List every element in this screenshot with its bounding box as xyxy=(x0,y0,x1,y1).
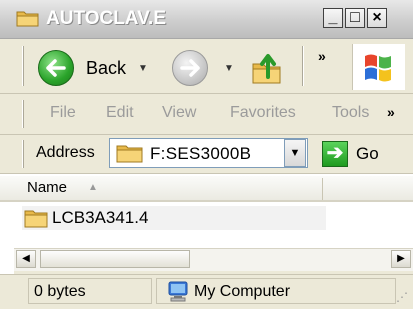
forward-dropdown-icon[interactable]: ▼ xyxy=(224,63,234,74)
back-button[interactable]: Back ▼ xyxy=(38,50,148,86)
forward-arrow-icon xyxy=(180,59,200,77)
scroll-right-button[interactable]: ▶ xyxy=(391,250,411,268)
back-arrow-icon xyxy=(38,50,74,86)
status-size: 0 bytes xyxy=(34,283,86,300)
scroll-left-button[interactable]: ◀ xyxy=(16,250,36,268)
list-item-name: LCB3A341.4 xyxy=(52,208,149,227)
back-label: Back xyxy=(86,57,127,78)
column-divider[interactable] xyxy=(322,178,323,200)
folder-icon xyxy=(116,145,143,163)
back-dropdown-icon[interactable]: ▼ xyxy=(138,63,148,74)
window-title: AUTOCLAV.E xyxy=(46,8,167,29)
up-folder-button[interactable] xyxy=(250,50,284,86)
forward-button[interactable] xyxy=(172,50,208,86)
menu-view[interactable]: View xyxy=(162,104,196,122)
my-computer-icon xyxy=(168,281,188,302)
toolbar-overflow-chevron[interactable]: » xyxy=(318,48,326,64)
menu-grip[interactable] xyxy=(22,100,25,128)
folder-icon xyxy=(24,210,48,228)
folder-icon xyxy=(16,11,39,27)
resize-grip-icon[interactable]: ⋰ xyxy=(396,290,408,304)
close-button[interactable]: × xyxy=(367,8,387,28)
windows-flag-icon xyxy=(365,54,391,82)
menu-favorites[interactable]: Favorites xyxy=(230,104,296,122)
toolbar-grip[interactable] xyxy=(22,46,25,86)
address-label: Address xyxy=(36,144,95,161)
sort-ascending-icon: ▲ xyxy=(88,182,98,193)
menu-overflow-chevron[interactable]: » xyxy=(387,104,395,120)
up-folder-icon xyxy=(252,54,281,84)
menu-tools[interactable]: Tools xyxy=(332,104,369,122)
minimize-button[interactable]: _ xyxy=(323,8,343,28)
address-value: F:SES3000B xyxy=(150,144,252,163)
address-input[interactable]: F:SES3000B xyxy=(109,138,308,168)
status-zone: My Computer xyxy=(194,283,291,300)
address-dropdown-button[interactable]: ▼ xyxy=(284,139,306,167)
column-name[interactable]: Name xyxy=(27,179,67,196)
menu-file[interactable]: File xyxy=(50,104,76,122)
go-button[interactable]: Go xyxy=(356,144,379,164)
address-grip[interactable] xyxy=(22,140,25,168)
toolbar-separator xyxy=(302,46,303,86)
go-arrow-icon[interactable]: ➔ xyxy=(322,141,348,167)
scroll-thumb[interactable] xyxy=(40,250,190,268)
maximize-button[interactable]: □ xyxy=(345,8,365,28)
menu-edit[interactable]: Edit xyxy=(106,104,134,122)
windows-logo xyxy=(352,44,405,90)
explorer-window: AUTOCLAV.E _ □ × Back ▼ ▼ » File Edit Vi… xyxy=(0,0,413,309)
